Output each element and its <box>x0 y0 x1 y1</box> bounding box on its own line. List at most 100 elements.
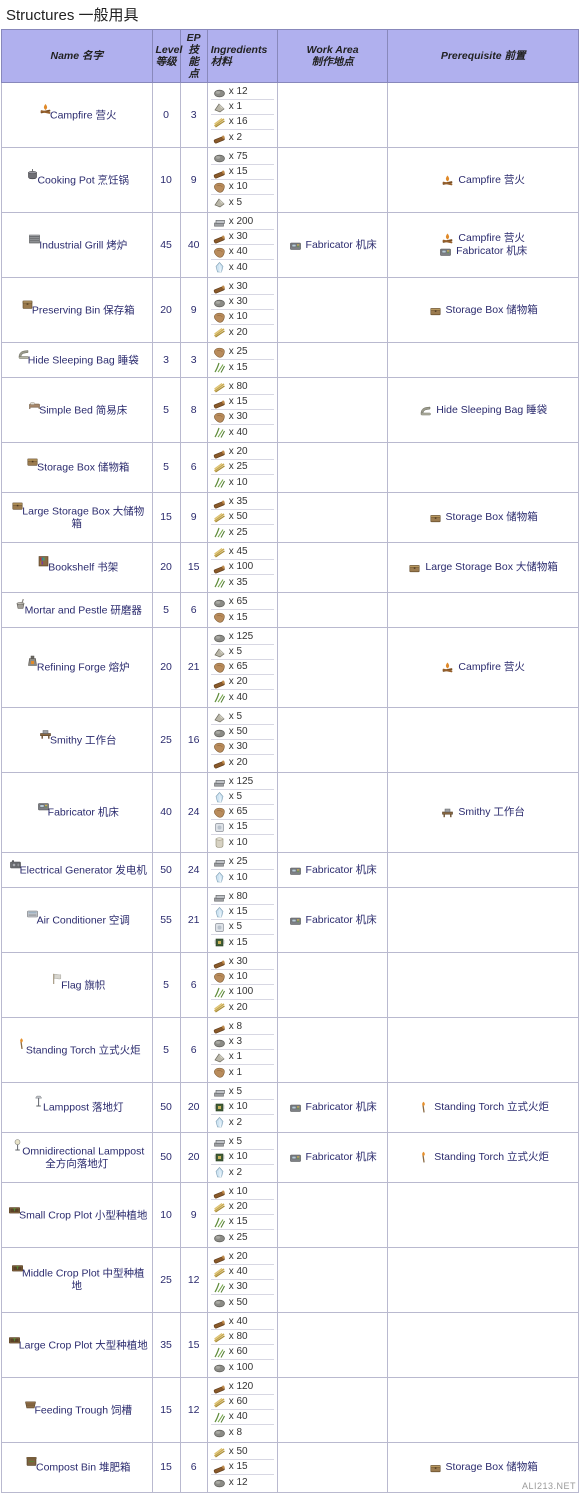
ingredients-cell: x 80 x 15 x 30 x 40 <box>206 377 278 444</box>
prerequisite-cell: Smithy 工作台 <box>387 772 579 854</box>
prerequisite-label: Standing Torch 立式火炬 <box>434 1151 550 1164</box>
ingredient-quantity: x 30 <box>228 411 248 423</box>
structures-table: Name 名字 Level 等级 EP 技能点 Ingredients 材料 W… <box>1 28 579 1493</box>
table-row: Air Conditioner 空调 55 21 x 80 x 15 x 5 x 15 Fab… <box>1 887 579 954</box>
prerequisite-label: Storage Box 储物箱 <box>445 1461 538 1474</box>
level-cell: 5 <box>151 442 181 494</box>
ingredient-quantity: x 25 <box>228 346 248 358</box>
ingredient-quantity: x 100 <box>228 1361 254 1373</box>
fabricator-icon <box>289 914 302 927</box>
storagebox-icon <box>429 511 442 524</box>
mortar-icon <box>14 597 27 610</box>
ingredient-row: x 25 <box>210 460 274 476</box>
wood-icon <box>213 1251 226 1264</box>
structure-name-cell: Air Conditioner 空调 <box>1 887 153 954</box>
level-cell: 20 <box>151 542 181 594</box>
work-area-cell <box>276 377 389 444</box>
ingredients-cell: x 30 x 10 x 100 x 20 <box>206 952 278 1019</box>
work-area-cell <box>276 772 389 854</box>
hide-icon <box>213 346 226 359</box>
cropplot-icon <box>11 1261 24 1274</box>
ingredient-row: x 80 <box>210 380 274 396</box>
electronics-icon <box>213 1101 226 1114</box>
fabricator-icon <box>289 1101 302 1114</box>
ingredient-row: x 15 <box>210 165 274 181</box>
flint-icon <box>213 101 226 114</box>
table-body: Campfire 营火 0 3 x 12 x 1x 16 x 2 Cooking Pot 烹… <box>1 82 579 1493</box>
bookshelf-icon <box>37 555 50 568</box>
level-cell: 50 <box>151 1132 181 1184</box>
ingredient-row: x 35 <box>210 495 274 511</box>
ingredient-quantity: x 15 <box>228 1216 248 1228</box>
prerequisite-cell <box>387 82 579 149</box>
structure-name-label: Feeding Trough 饲槽 <box>34 1404 132 1417</box>
structure-name-cell: Fabricator 机床 <box>1 772 153 854</box>
prerequisite-label: Fabricator 机床 <box>456 245 528 258</box>
structure-name-cell: Mortar and Pestle 研磨器 <box>1 592 153 629</box>
fiber-icon <box>213 476 226 489</box>
ingredients-cell: x 40 x 80 x 60 x 100 <box>206 1312 278 1379</box>
structure-name-cell: Cooking Pot 烹饪锅 <box>1 147 153 214</box>
ingredient-row: x 10 <box>210 310 274 326</box>
ingredient-row: x 5 <box>210 645 274 661</box>
structure-name-label: Hide Sleeping Bag 睡袋 <box>27 354 139 367</box>
column-header-ep: EP 技能点 <box>179 28 208 84</box>
column-header-name: Name 名字 <box>1 28 153 84</box>
thatch-icon <box>213 1266 226 1279</box>
ingredient-quantity: x 1 <box>228 101 243 113</box>
prerequisite-entry: Standing Torch 立式火炬 <box>391 1101 575 1114</box>
stone-icon <box>213 1426 226 1439</box>
ingredient-row: x 50 <box>210 725 274 741</box>
table-row: Storage Box 储物箱 5 6 x 20 x 25 x 10 <box>1 442 579 494</box>
hide-icon <box>213 181 226 194</box>
work-area-cell <box>276 1442 389 1493</box>
ingredient-quantity: x 50 <box>228 726 248 738</box>
ingredient-row: x 40 <box>210 1315 274 1331</box>
table-row: Flag 旗帜 5 6 x 30 x 10 x 100 x 20 <box>1 952 579 1019</box>
level-cell: 0 <box>151 82 181 149</box>
table-row: Preserving Bin 保存箱 20 9 x 30 x 30 x 10 x 20 Sto… <box>1 277 579 344</box>
ep-cell: 9 <box>179 147 208 214</box>
ingredient-row: x 75 <box>210 150 274 166</box>
work-area-cell <box>276 1312 389 1379</box>
ingredient-row: x 20 <box>211 1000 274 1015</box>
prerequisite-cell <box>387 852 579 889</box>
bed-icon <box>28 397 41 410</box>
structure-name-label: Compost Bin 堆肥箱 <box>35 1461 131 1474</box>
structure-name-label: Smithy 工作台 <box>50 734 117 747</box>
ingredient-row: x 40 <box>210 245 274 261</box>
wood-icon <box>213 281 226 294</box>
hide-icon <box>213 1066 226 1079</box>
structure-name-cell: Compost Bin 堆肥箱 <box>1 1442 153 1493</box>
wood-icon <box>213 1316 226 1329</box>
hide-icon <box>213 611 226 624</box>
prerequisite-label: Campfire 营火 <box>458 232 525 245</box>
ingredient-row: x 200 <box>210 215 274 231</box>
structure-name-label: Mortar and Pestle 研磨器 <box>24 604 142 617</box>
torch-icon <box>417 1101 430 1114</box>
ingredients-cell: x 200 x 30 x 40 x 40 <box>206 212 278 279</box>
crystal-icon <box>213 906 226 919</box>
structure-name-label: Fabricator 机床 <box>47 806 119 819</box>
ingredients-cell: x 65 x 15 <box>206 592 278 629</box>
structure-name-cell: Omnidirectional Lamppost 全方向落地灯 <box>1 1132 153 1184</box>
prerequisite-label: Campfire 营火 <box>458 661 525 674</box>
structure-name-cell: Bookshelf 书架 <box>1 542 153 594</box>
ingredient-row: x 80 <box>210 890 274 906</box>
column-header-ep-line1: EP <box>186 32 201 44</box>
column-header-level-line2: 等级 <box>155 56 177 69</box>
ingredient-row: x 45 <box>210 545 274 561</box>
ingredient-quantity: x 10 <box>228 181 248 193</box>
flint-icon <box>213 711 226 724</box>
sleepingbag-icon <box>419 404 432 417</box>
table-row: Campfire 营火 0 3 x 12 x 1 x 16 x 2 <box>1 82 579 149</box>
ingredient-quantity: x 100 <box>228 986 254 998</box>
ingredient-quantity: x 20 <box>228 1201 248 1213</box>
work-area-cell: Fabricator 机床 <box>276 887 389 954</box>
ingredient-quantity: x 75 <box>228 151 248 163</box>
ingredient-list: x 125 x 5 x 65 x 20 x 40 <box>210 630 274 705</box>
work-area-cell <box>276 492 389 544</box>
ep-cell: 3 <box>179 342 208 379</box>
thatch-icon <box>213 326 226 339</box>
ingredients-cell: x 5 x 50 x 30 x 20 <box>206 707 278 774</box>
